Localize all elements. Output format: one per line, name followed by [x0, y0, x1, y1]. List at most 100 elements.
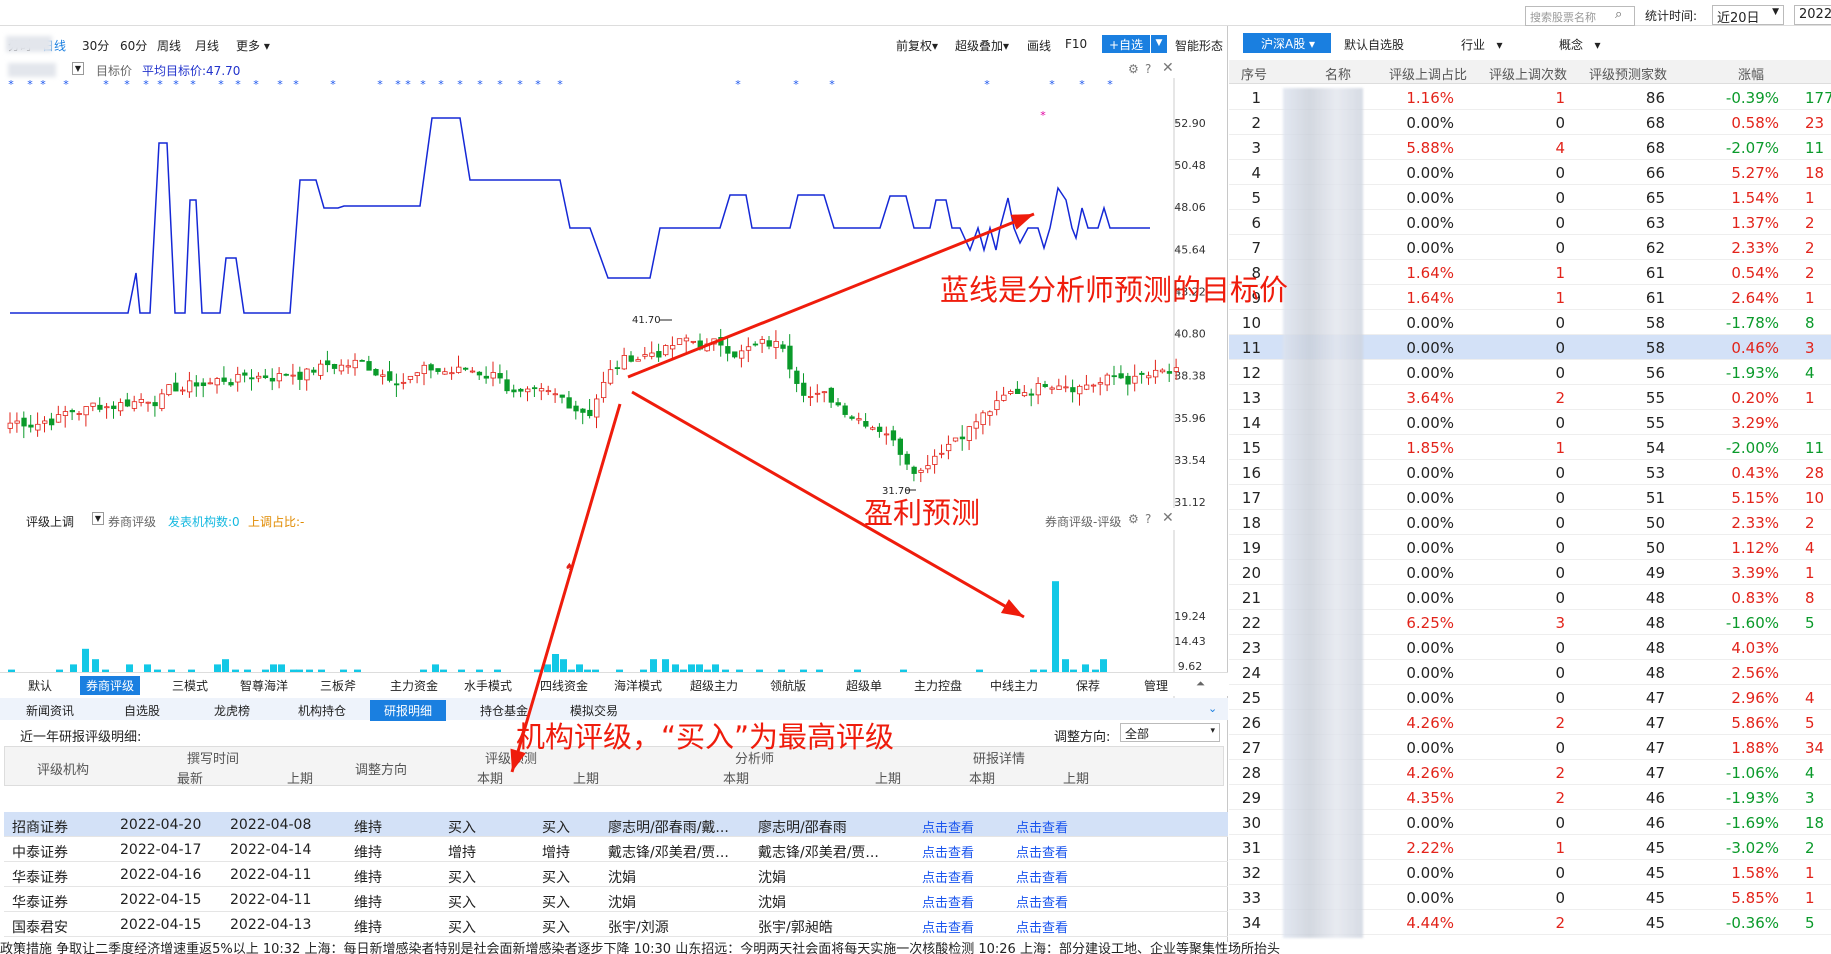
rh-forecast-count[interactable]: 评级预测家数 — [1589, 64, 1667, 83]
ind-tab-broker-rating[interactable]: 券商评级 — [80, 676, 141, 695]
rh-change[interactable]: 涨幅 — [1738, 64, 1764, 83]
ind-tab-11[interactable]: 领航版 — [770, 677, 806, 694]
ind-tab-7[interactable]: 水手模式 — [464, 677, 512, 694]
rank-cell-pct: 2.22% — [1406, 839, 1454, 857]
rh-name[interactable]: 名称 — [1325, 64, 1351, 83]
ind-tab-16[interactable]: 管理 — [1144, 677, 1168, 694]
adjust-button[interactable]: 前复权▾ — [896, 37, 938, 54]
f10-button[interactable]: F10 — [1065, 37, 1087, 51]
rank-cell-n: 4 — [1251, 164, 1261, 182]
rank-cell-chg: 2.33% — [1731, 514, 1779, 532]
info-tab-dragon[interactable]: 龙虎榜 — [214, 702, 250, 719]
period-select[interactable]: 近20日 ▼ — [1712, 5, 1784, 26]
ind-tab-4[interactable]: 智尊海洋 — [240, 677, 288, 694]
info-tab-news[interactable]: 新闻资讯 — [26, 702, 74, 719]
detail-row[interactable]: 国泰君安 2022-04-15 2022-04-13 维持 买入 买入 张宇/刘源 张宇/郭昶… — [4, 912, 1228, 937]
scroll-up-icon[interactable]: ⏶ — [1196, 677, 1205, 691]
detail-cell-last: 买入 — [542, 895, 570, 911]
settings-icon[interactable]: ⚙ — [1128, 62, 1139, 76]
detail-row[interactable]: 招商证券 2022-04-20 2022-04-08 维持 买入 买入 廖志明/邵春雨/戴.… — [4, 812, 1228, 837]
rank-cell-pct: 4.35% — [1406, 789, 1454, 807]
rating-close-icon[interactable]: ✕ — [1162, 510, 1174, 526]
rating-settings-icon[interactable]: ⚙ — [1128, 512, 1139, 526]
smart-pattern-button[interactable]: 智能形态 — [1175, 37, 1223, 54]
report-link[interactable]: 点击查看 — [922, 842, 974, 861]
ind-tab-15[interactable]: 保荐 — [1076, 677, 1100, 694]
detail-row[interactable]: 华泰证券 2022-04-15 2022-04-11 维持 买入 买入 沈娟 沈娟 点击查看 点击… — [4, 887, 1228, 912]
candle-body — [525, 388, 531, 393]
detail-row[interactable]: 华泰证券 2022-04-16 2022-04-11 维持 买入 买入 沈娟 沈娟 点击查看 点击… — [4, 862, 1228, 887]
candle-body — [83, 406, 89, 416]
rank-cell-pct: 4.44% — [1406, 914, 1454, 932]
detail-cell-latest: 2022-04-16 — [120, 867, 202, 883]
candle-body — [635, 359, 641, 362]
ind-tab-5[interactable]: 三板斧 — [320, 677, 356, 694]
close-icon[interactable]: ✕ — [1162, 60, 1174, 76]
report-link[interactable]: 点击查看 — [922, 867, 974, 886]
rank-cell-pct: 0.00% — [1406, 239, 1454, 257]
report-link[interactable]: 点击查看 — [1016, 867, 1068, 886]
tab-more[interactable]: 更多 ▾ — [236, 37, 270, 54]
rank-cell-cnt: 54 — [1645, 439, 1665, 457]
report-link[interactable]: 点击查看 — [922, 817, 974, 836]
legend-dropdown-icon[interactable]: ▼ — [72, 62, 84, 75]
rh-up-ratio[interactable]: 评级上调占比 — [1389, 64, 1467, 83]
candle-body — [573, 405, 579, 412]
ind-tab-3[interactable]: 三模式 — [172, 677, 208, 694]
candle-body — [1166, 371, 1173, 374]
rh-up-count[interactable]: 评级上调次数 — [1489, 64, 1567, 83]
ind-tab-13[interactable]: 主力控盘 — [914, 677, 962, 694]
rating-star-marker: * — [124, 78, 130, 91]
collapse-icon[interactable]: ⌄ — [1208, 702, 1217, 715]
draw-line-button[interactable]: 画线 — [1027, 37, 1051, 54]
tab-monthly[interactable]: 月线 — [195, 37, 219, 54]
rank-cell-cnt: 48 — [1645, 614, 1665, 632]
tab-weekly[interactable]: 周线 — [157, 37, 181, 54]
ind-tab-10[interactable]: 超级主力 — [690, 677, 738, 694]
overlay-button[interactable]: 超级叠加▾ — [955, 37, 1009, 54]
rh-index[interactable]: 序号 — [1241, 64, 1267, 83]
detail-cell-prev: 2022-04-11 — [230, 867, 312, 883]
add-watchlist-button[interactable]: +自选 — [1102, 35, 1150, 53]
report-link[interactable]: 点击查看 — [922, 917, 974, 936]
info-tab-holdings[interactable]: 机构持仓 — [298, 702, 346, 719]
rank-cell-up: 2 — [1555, 789, 1565, 807]
rank-cell-cnt: 50 — [1645, 539, 1665, 557]
report-link[interactable]: 点击查看 — [1016, 817, 1068, 836]
search-icon[interactable]: ⌕ — [1615, 7, 1622, 22]
rank-cell-cnt: 55 — [1645, 414, 1665, 432]
ind-tab-14[interactable]: 中线主力 — [990, 677, 1038, 694]
rank-cell-pct: 0.00% — [1406, 189, 1454, 207]
market-button[interactable]: 沪深A股 ▾ — [1243, 33, 1331, 53]
ind-tab-9[interactable]: 海洋模式 — [614, 677, 662, 694]
rank-cell-up: 0 — [1555, 539, 1565, 557]
ind-tab-default[interactable]: 默认 — [28, 677, 52, 694]
watchlist-dropdown-icon[interactable]: ▼ — [1151, 35, 1167, 53]
detail-cell-latest: 2022-04-15 — [120, 892, 202, 908]
rating-dropdown-icon[interactable]: ▼ — [92, 512, 104, 525]
help-icon[interactable]: ? — [1145, 62, 1151, 76]
detail-row[interactable]: 中泰证券 2022-04-17 2022-04-14 维持 增持 增持 戴志锋/邓美君/贾.… — [4, 837, 1228, 862]
tab-30min[interactable]: 30分 — [82, 37, 109, 54]
tab-60min[interactable]: 60分 — [120, 37, 147, 54]
rating-star-marker: * — [517, 78, 523, 91]
rank-cell-n: 10 — [1241, 314, 1261, 332]
report-link[interactable]: 点击查看 — [1016, 842, 1068, 861]
filter-watchlist[interactable]: 默认自选股 — [1344, 36, 1404, 53]
ind-tab-8[interactable]: 四线资金 — [540, 677, 588, 694]
candle-body — [552, 393, 558, 396]
filter-concept[interactable]: 概念 ▾ — [1559, 36, 1600, 53]
filter-industry[interactable]: 行业 ▾ — [1461, 36, 1502, 53]
rank-cell-chg: -0.36% — [1725, 914, 1779, 932]
rating-help-icon[interactable]: ? — [1145, 512, 1151, 526]
info-tab-watchlist[interactable]: 自选股 — [124, 702, 160, 719]
filter-select[interactable]: 全部 ▾ — [1120, 723, 1220, 742]
year-select[interactable]: 2022 — [1794, 5, 1831, 25]
info-tab-reports[interactable]: 研报明细 — [370, 700, 447, 721]
ind-tab-6[interactable]: 主力资金 — [390, 677, 438, 694]
report-link[interactable]: 点击查看 — [922, 892, 974, 911]
ind-tab-12[interactable]: 超级单 — [846, 677, 882, 694]
candle-body — [911, 466, 917, 474]
report-link[interactable]: 点击查看 — [1016, 892, 1068, 911]
report-link[interactable]: 点击查看 — [1016, 917, 1068, 936]
